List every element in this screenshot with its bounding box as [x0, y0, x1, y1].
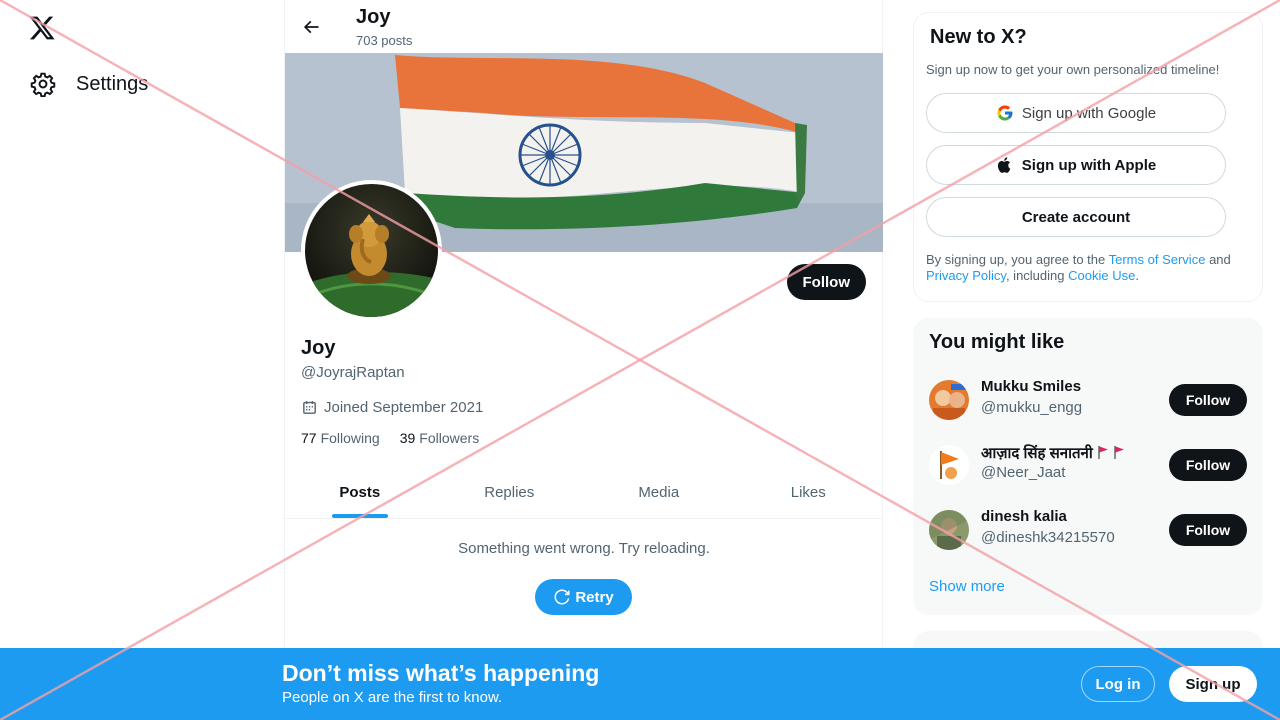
- privacy-policy-link[interactable]: Privacy Policy: [926, 268, 1006, 283]
- tab-likes[interactable]: Likes: [734, 466, 884, 518]
- following-label: Following: [320, 430, 380, 446]
- signup-google-button[interactable]: Sign up with Google: [926, 93, 1226, 133]
- apple-icon: [997, 157, 1011, 173]
- followers-label: Followers: [419, 430, 480, 446]
- banner-subtitle: People on X are the first to know.: [282, 689, 503, 706]
- retry-label: Retry: [575, 588, 614, 606]
- x-logo-icon[interactable]: [28, 14, 56, 42]
- suggestion-item[interactable]: आज़ाद सिंह सनातनी @Neer_Jaat Follow: [929, 440, 1247, 490]
- header-name: Joy: [356, 6, 391, 28]
- banner-title: Don’t miss what’s happening: [282, 660, 600, 686]
- terms-including: , including: [1005, 268, 1065, 283]
- avatar: [929, 380, 969, 420]
- signup-button[interactable]: Sign up: [1169, 666, 1257, 702]
- profile-tabs: Posts Replies Media Likes: [285, 466, 883, 519]
- cookie-use-link[interactable]: Cookie Use: [1068, 268, 1135, 283]
- signup-apple-button[interactable]: Sign up with Apple: [926, 145, 1226, 185]
- suggestion-name: Mukku Smiles: [981, 378, 1082, 395]
- red-flag-emoji-icon: [1114, 446, 1124, 459]
- calendar-icon: [303, 401, 316, 414]
- follow-button[interactable]: Follow: [786, 264, 866, 300]
- you-might-like-card: You might like Mukku Smiles @mukku_engg …: [913, 318, 1263, 615]
- signup-card: New to X? Sign up now to get your own pe…: [913, 12, 1263, 302]
- terms-of-service-link[interactable]: Terms of Service: [1109, 252, 1206, 267]
- you-might-like-title: You might like: [929, 331, 1065, 353]
- signup-banner: Don’t miss what’s happening People on X …: [0, 648, 1280, 720]
- red-flag-emoji-icon: [1098, 446, 1108, 459]
- following-count: 77: [301, 430, 317, 446]
- left-nav: Settings: [0, 0, 284, 720]
- feed-error-message: Something went wrong. Try reloading.: [458, 540, 710, 557]
- suggestion-handle: @Neer_Jaat: [981, 464, 1066, 481]
- suggestion-follow-button[interactable]: Follow: [1169, 514, 1247, 546]
- profile-avatar[interactable]: [301, 180, 442, 321]
- profile-joined: Joined September 2021: [301, 399, 483, 416]
- tab-likes-label: Likes: [790, 483, 826, 501]
- nav-settings-label: Settings: [76, 72, 149, 95]
- arrow-left-icon: [303, 20, 319, 34]
- signup-card-subtitle: Sign up now to get your own personalized…: [926, 62, 1220, 77]
- profile-column: Joy 703 posts Follow Joy @JoyrajRaptan J…: [284, 0, 883, 720]
- tab-replies[interactable]: Replies: [435, 466, 585, 518]
- avatar: [929, 445, 969, 485]
- nav-settings[interactable]: Settings: [18, 62, 160, 106]
- active-tab-indicator: [331, 514, 388, 518]
- suggestion-handle: @dineshk34215570: [981, 529, 1115, 546]
- tab-media-label: Media: [638, 483, 680, 501]
- header-post-count: 703 posts: [356, 33, 413, 48]
- tab-media[interactable]: Media: [584, 466, 734, 518]
- profile-stats: 77 Following 39 Followers: [301, 430, 479, 446]
- followers-link[interactable]: 39 Followers: [400, 430, 479, 446]
- suggestion-name-text: आज़ाद सिंह सनातनी: [981, 445, 1093, 462]
- profile-header-bar: Joy 703 posts: [285, 0, 883, 53]
- following-link[interactable]: 77 Following: [301, 430, 380, 446]
- signup-terms: By signing up, you agree to the Terms of…: [926, 252, 1252, 284]
- tab-replies-label: Replies: [484, 483, 535, 501]
- followers-count: 39: [399, 430, 416, 446]
- google-icon: [997, 105, 1013, 121]
- refresh-icon: [554, 589, 570, 605]
- signup-google-label: Sign up with Google: [1021, 104, 1157, 122]
- signup-card-title: New to X?: [930, 26, 1027, 48]
- joined-text: Joined September 2021: [324, 399, 484, 416]
- profile-handle: @JoyrajRaptan: [301, 364, 405, 381]
- login-button[interactable]: Log in: [1081, 666, 1155, 702]
- signup-apple-label: Sign up with Apple: [1021, 156, 1157, 174]
- suggestion-follow-button[interactable]: Follow: [1169, 449, 1247, 481]
- suggestion-item[interactable]: Mukku Smiles @mukku_engg Follow: [929, 375, 1247, 425]
- suggestion-follow-button[interactable]: Follow: [1169, 384, 1247, 416]
- show-more-link[interactable]: Show more: [929, 578, 1005, 595]
- create-account-button[interactable]: Create account: [926, 197, 1226, 237]
- gear-icon: [30, 72, 56, 97]
- tab-posts[interactable]: Posts: [285, 466, 435, 518]
- tab-posts-label: Posts: [339, 483, 381, 501]
- terms-prefix: By signing up, you agree to the: [926, 252, 1106, 267]
- terms-and: and: [1209, 252, 1231, 267]
- suggestion-name: dinesh kalia: [981, 508, 1067, 525]
- suggestion-handle: @mukku_engg: [981, 399, 1083, 416]
- suggestion-item[interactable]: dinesh kalia @dineshk34215570 Follow: [929, 505, 1247, 555]
- back-button[interactable]: [295, 11, 327, 43]
- suggestion-name: आज़ाद सिंह सनातनी: [981, 443, 1125, 463]
- retry-button[interactable]: Retry: [535, 579, 632, 615]
- terms-end: .: [1135, 268, 1139, 283]
- avatar: [929, 510, 969, 550]
- profile-name: Joy: [301, 337, 336, 359]
